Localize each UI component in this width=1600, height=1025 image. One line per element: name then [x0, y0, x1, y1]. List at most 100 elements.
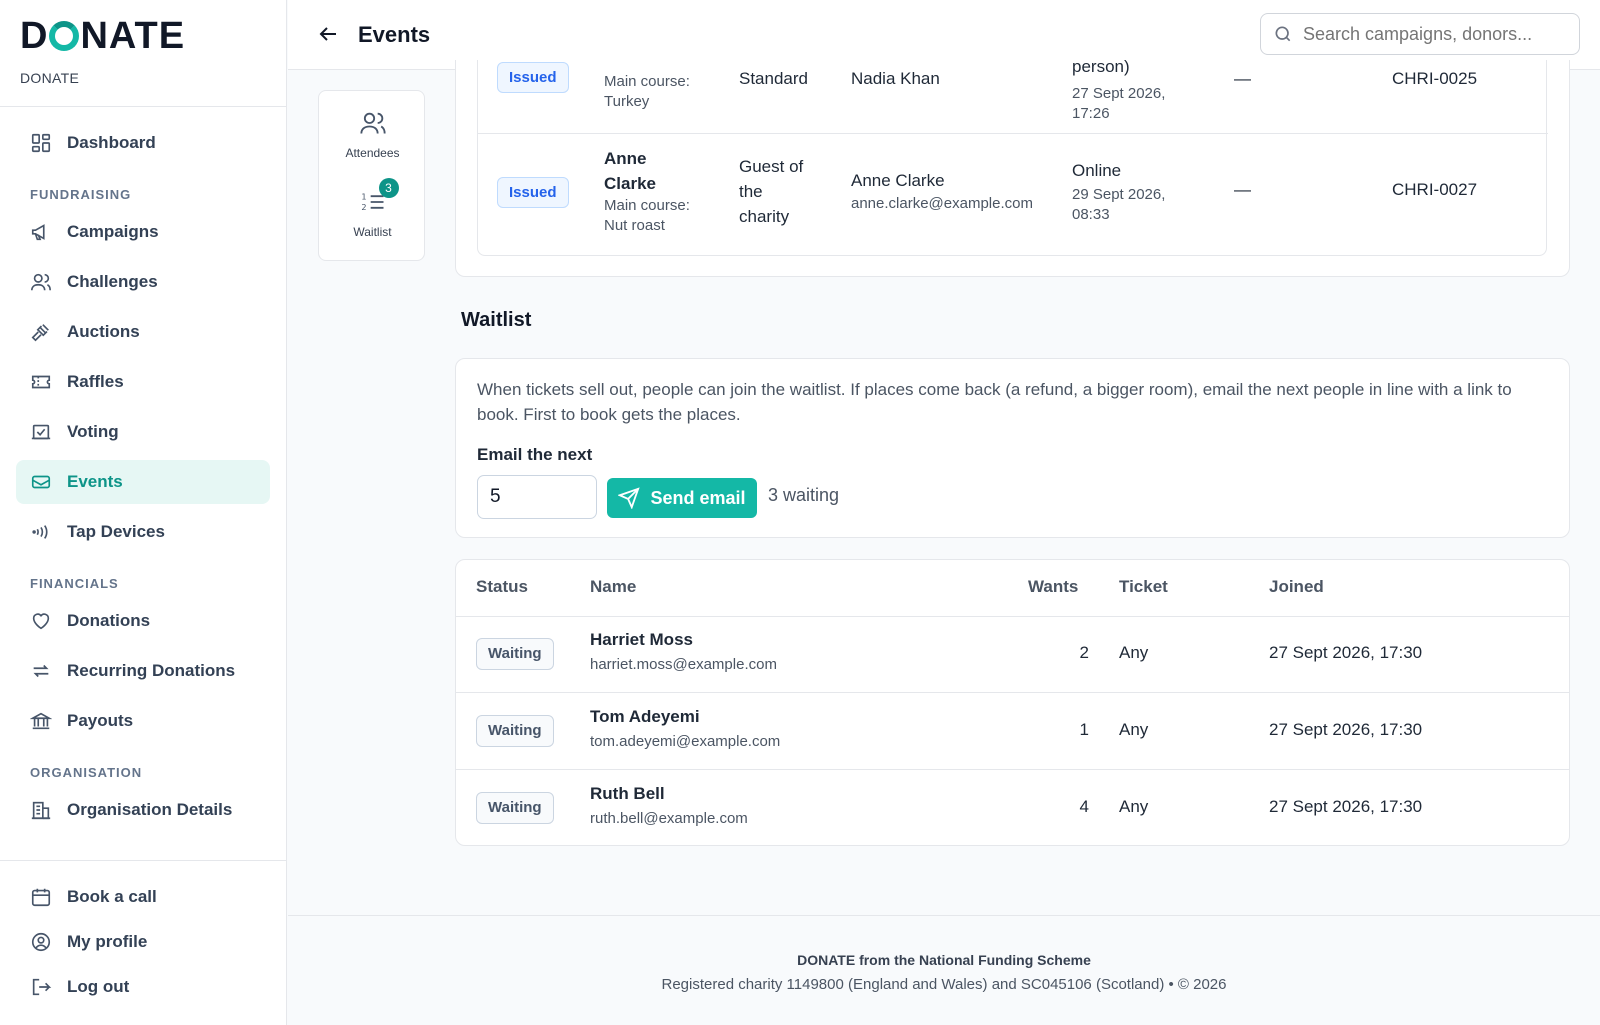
tab-attendees[interactable]: Attendees	[319, 109, 426, 160]
sidebar-item-book-call[interactable]: Book a call	[16, 877, 270, 917]
table-row[interactable]: Issued Anne Clarke Main course: Nut roas…	[478, 134, 1548, 255]
meal-choice: Main course: Turkey	[604, 73, 690, 110]
empty-value: —	[1234, 180, 1251, 199]
send-icon	[618, 487, 641, 509]
users-icon	[30, 271, 52, 293]
purchase-channel: Online	[1072, 161, 1122, 180]
user-circle-icon	[30, 931, 52, 953]
waitlist-ticket: Any	[1119, 797, 1149, 816]
sidebar-item-label: Tap Devices	[67, 522, 165, 541]
waitlist-wants: 1	[1079, 720, 1089, 739]
building-icon	[30, 799, 52, 821]
buyer-email: anne.clarke@example.com	[851, 195, 1033, 212]
sidebar-item-tap-devices[interactable]: Tap Devices	[16, 510, 270, 554]
status-badge: Waiting	[476, 792, 554, 824]
ticket-type: Guest of the charity	[739, 157, 804, 226]
send-email-label: Send email	[650, 487, 746, 508]
table-row[interactable]: Waiting Harriet Moss harriet.moss@exampl…	[456, 617, 1569, 693]
ticket-icon	[30, 471, 52, 493]
table-row[interactable]: Waiting Tom Adeyemi tom.adeyemi@example.…	[456, 694, 1569, 770]
attendees-section: Issued Main course: Turkey Standard Nadi…	[455, 60, 1570, 277]
sidebar-item-label: Log out	[67, 977, 130, 996]
sidebar-item-label: Voting	[67, 422, 119, 441]
search-box[interactable]	[1260, 13, 1580, 55]
waitlist-email: ruth.bell@example.com	[590, 810, 748, 827]
svg-text:1: 1	[361, 192, 366, 202]
waitlist-joined: 27 Sept 2026, 17:30	[1269, 797, 1423, 816]
waitlist-name: Harriet Moss	[590, 630, 693, 649]
section-label-financials: FINANCIALS	[30, 576, 119, 591]
waitlist-email: harriet.moss@example.com	[590, 656, 777, 673]
logo-ring-icon	[49, 21, 80, 51]
purchase-channel: person)	[1072, 60, 1130, 76]
waitlist-email-card: When tickets sell out, people can join t…	[455, 358, 1570, 538]
email-count-input[interactable]	[477, 475, 597, 519]
page-title: Events	[358, 21, 431, 47]
sidebar-item-dashboard[interactable]: Dashboard	[16, 121, 270, 165]
sidebar-item-log-out[interactable]: Log out	[16, 967, 270, 1007]
status-badge: Issued	[497, 62, 569, 93]
gavel-icon	[30, 321, 52, 343]
waiting-count: 3 waiting	[768, 485, 840, 505]
sidebar-item-label: Dashboard	[67, 133, 156, 152]
sidebar-item-organisation-details[interactable]: Organisation Details	[16, 788, 270, 832]
table-header: Status Name Wants Ticket Joined	[456, 560, 1569, 617]
ticket-reference: CHRI-0025	[1392, 69, 1478, 88]
sidebar-item-raffles[interactable]: Raffles	[16, 360, 270, 404]
sidebar-item-my-profile[interactable]: My profile	[16, 922, 270, 962]
sidebar-item-label: Recurring Donations	[67, 661, 236, 680]
calendar-icon	[30, 886, 52, 908]
search-icon	[1273, 24, 1293, 44]
org-name: DONATE	[20, 70, 80, 86]
logo[interactable]: D NATE	[20, 16, 266, 56]
sidebar-item-recurring-donations[interactable]: Recurring Donations	[16, 649, 270, 693]
sidebar-nav: Dashboard FUNDRAISING Campaigns Challeng…	[0, 107, 286, 832]
sidebar-item-payouts[interactable]: Payouts	[16, 699, 270, 743]
column-ticket[interactable]: Ticket	[1119, 577, 1168, 597]
sidebar-item-campaigns[interactable]: Campaigns	[16, 210, 270, 254]
attendee-name: Anne Clarke	[604, 149, 656, 193]
heart-icon	[30, 610, 52, 632]
page-footer: DONATE from the National Funding Scheme …	[288, 915, 1600, 1025]
buyer-name: Anne Clarke	[851, 171, 945, 190]
logo-text-end: NATE	[80, 15, 186, 57]
email-next-label: Email the next	[477, 445, 593, 464]
purchase-date: 27 Sept 2026, 17:26	[1072, 85, 1166, 122]
waitlist-info: When tickets sell out, people can join t…	[477, 380, 1512, 424]
column-wants[interactable]: Wants	[1028, 577, 1078, 597]
sidebar-item-voting[interactable]: Voting	[16, 410, 270, 454]
users-icon	[359, 109, 387, 137]
column-joined[interactable]: Joined	[1269, 577, 1324, 597]
logo-text-start: D	[20, 15, 49, 57]
column-name[interactable]: Name	[590, 577, 636, 597]
waitlist-count-badge: 3	[378, 178, 399, 198]
ticket-reference: CHRI-0027	[1392, 180, 1478, 199]
sidebar-item-label: Payouts	[67, 711, 134, 730]
sidebar-item-events[interactable]: Events	[16, 460, 270, 504]
sidebar-item-auctions[interactable]: Auctions	[16, 310, 270, 354]
waitlist-ticket: Any	[1119, 643, 1149, 662]
dashboard-icon	[30, 132, 52, 154]
table-row[interactable]: Issued Main course: Turkey Standard Nadi…	[478, 60, 1548, 134]
sidebar-item-label: Challenges	[67, 272, 158, 291]
table-row[interactable]: Waiting Ruth Bell ruth.bell@example.com …	[456, 771, 1569, 845]
repeat-icon	[30, 660, 52, 682]
waitlist-ticket: Any	[1119, 720, 1149, 739]
sidebar-item-label: Events	[67, 472, 123, 491]
sidebar-item-donations[interactable]: Donations	[16, 599, 270, 643]
logout-icon	[30, 976, 52, 998]
sidebar-item-label: Campaigns	[67, 222, 159, 241]
sidebar: D NATE DONATE Dashboard FUNDRAISING Campa…	[0, 0, 287, 1025]
back-arrow-icon[interactable]	[316, 22, 342, 48]
tab-waitlist[interactable]: 12 3 Waitlist	[319, 178, 426, 239]
status-badge: Waiting	[476, 638, 554, 670]
send-email-button[interactable]: Send email	[607, 478, 757, 518]
search-input[interactable]	[1303, 23, 1573, 45]
waitlist-wants: 2	[1079, 643, 1089, 662]
sidebar-item-challenges[interactable]: Challenges	[16, 260, 270, 304]
waitlist-joined: 27 Sept 2026, 17:30	[1269, 643, 1423, 662]
sidebar-item-label: Donations	[67, 611, 151, 630]
waitlist-heading: Waitlist	[461, 309, 532, 331]
column-status[interactable]: Status	[476, 577, 528, 597]
tab-label: Waitlist	[353, 225, 392, 239]
